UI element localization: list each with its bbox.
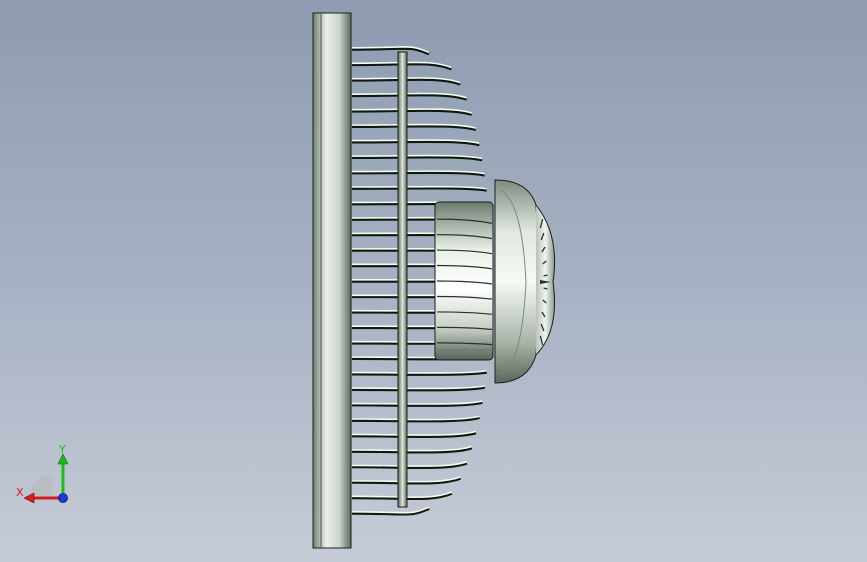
cage-wire bbox=[351, 108, 473, 116]
middle-band-ring bbox=[397, 51, 408, 508]
cage-wire bbox=[351, 124, 477, 132]
cage-wire bbox=[351, 92, 468, 101]
cage-wire-highlight bbox=[351, 430, 477, 436]
cage-wire bbox=[351, 139, 480, 147]
front-ring bbox=[312, 12, 352, 549]
cage-wire-highlight bbox=[351, 385, 485, 390]
cage-wire-highlight bbox=[351, 369, 487, 374]
z-axis-dot bbox=[58, 493, 68, 503]
cage-wire-highlight bbox=[351, 445, 473, 452]
fan-model[interactable] bbox=[0, 0, 867, 562]
cage-wire bbox=[351, 170, 486, 177]
cage-wire-highlight bbox=[351, 460, 468, 467]
3d-viewport[interactable]: Y X bbox=[0, 0, 867, 562]
y-axis-label: Y bbox=[58, 443, 66, 456]
triad-quadrant bbox=[30, 474, 52, 496]
cage-wire-highlight bbox=[351, 415, 480, 421]
cage-wire-highlight bbox=[351, 506, 430, 514]
x-axis-arrowhead bbox=[23, 492, 35, 504]
cage-wire bbox=[351, 186, 488, 192]
cage-wire bbox=[351, 155, 483, 162]
axis-triad: Y X bbox=[16, 443, 69, 504]
cage-wire-highlight bbox=[351, 400, 483, 405]
x-axis-label: X bbox=[16, 486, 24, 499]
